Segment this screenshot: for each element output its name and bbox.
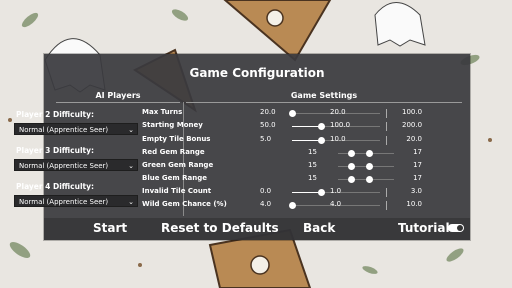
setting-current: 20.0 [330,108,346,116]
slider-handle-low[interactable] [348,150,355,157]
setting-label: Red Gem Range [142,148,205,156]
slider-end-marker [386,122,387,131]
player-2-difficulty-label: Player 2 Difficulty: [16,110,95,119]
setting-label: Max Turns [142,108,183,116]
slider-handle-low[interactable] [348,176,355,183]
chevron-down-icon: ⌄ [128,126,134,134]
tutorial-label: Tutorial [398,221,450,235]
select-value: Normal (Apprentice Seer) [19,126,109,134]
setting-max: 10.0 [406,200,422,208]
reset-defaults-button[interactable]: Reset to Defaults [161,221,279,235]
setting-row-blue-gem-range: Blue Gem Range 15 17 [142,174,422,185]
player-4-difficulty-label: Player 4 Difficulty: [16,182,95,191]
setting-label: Invalid Tile Count [142,187,212,195]
slider-fill [292,126,322,127]
slider-end-marker [386,136,387,145]
slider-handle[interactable] [318,137,326,144]
player-4-difficulty-select[interactable]: Normal (Apprentice Seer) ⌄ [14,195,138,207]
setting-label: Blue Gem Range [142,174,207,182]
setting-row-wild-gem-chance: Wild Gem Chance (%) 4.0 4.0 10.0 [142,200,422,211]
slider-handle[interactable] [318,189,326,196]
setting-label: Empty Tile Bonus [142,135,211,143]
setting-max: 200.0 [402,121,423,129]
slider-handle-high[interactable] [366,163,373,170]
setting-label: Starting Money [142,121,203,129]
player-3-difficulty-select[interactable]: Normal (Apprentice Seer) ⌄ [14,159,138,171]
game-settings-heading: Game Settings [290,91,358,100]
setting-current: 4.0 [330,200,342,208]
setting-label: Green Gem Range [142,161,214,169]
setting-current: 1.0 [330,187,342,195]
setting-row-invalid-tile-count: Invalid Tile Count 0.0 1.0 3.0 [142,187,422,198]
slider-handle[interactable] [289,202,296,209]
setting-row-empty-tile-bonus: Empty Tile Bonus 5.0 10.0 20.0 [142,135,422,146]
slider-handle[interactable] [289,110,296,117]
start-button[interactable]: Start [93,221,127,235]
setting-current: 100.0 [330,121,351,129]
tutorial-toggle[interactable] [448,224,464,232]
slider-fill [292,140,322,141]
back-button[interactable]: Back [303,221,335,235]
slider-handle-high[interactable] [366,176,373,183]
slider-end-marker [386,188,387,197]
setting-min: 15 [308,174,317,182]
slider-handle-high[interactable] [366,150,373,157]
setting-min: 0.0 [260,187,272,195]
setting-min: 50.0 [260,121,276,129]
divider [186,102,462,103]
select-value: Normal (Apprentice Seer) [19,198,109,206]
setting-min: 15 [308,161,317,169]
setting-row-starting-money: Starting Money 50.0 100.0 200.0 [142,121,422,132]
player-2-difficulty-select[interactable]: Normal (Apprentice Seer) ⌄ [14,123,138,135]
slider-fill [292,192,322,193]
setting-current: 10.0 [330,135,346,143]
select-value: Normal (Apprentice Seer) [19,162,109,170]
slider-end-marker [386,109,387,118]
setting-max: 17 [413,174,422,182]
setting-row-red-gem-range: Red Gem Range 15 17 [142,148,422,159]
column-divider [183,102,184,216]
player-3-difficulty-label: Player 3 Difficulty: [16,146,95,155]
setting-label: Wild Gem Chance (%) [142,200,227,208]
panel-title: Game Configuration [189,66,325,80]
setting-max: 17 [413,148,422,156]
setting-min: 15 [308,148,317,156]
setting-max: 3.0 [410,187,422,195]
setting-max: 100.0 [402,108,423,116]
toggle-knob [457,225,463,231]
setting-max: 20.0 [406,135,422,143]
setting-min: 4.0 [260,200,272,208]
slider-handle[interactable] [318,123,326,130]
chevron-down-icon: ⌄ [128,162,134,170]
slider-handle-low[interactable] [348,163,355,170]
setting-row-green-gem-range: Green Gem Range 15 17 [142,161,422,172]
chevron-down-icon: ⌄ [128,198,134,206]
setting-max: 17 [413,161,422,169]
ai-players-heading: AI Players [95,91,141,100]
config-panel: Game Configuration AI Players Game Setti… [44,54,470,240]
slider-end-marker [386,201,387,210]
setting-min: 5.0 [260,135,272,143]
setting-min: 20.0 [260,108,276,116]
setting-row-max-turns: Max Turns 20.0 20.0 100.0 [142,108,422,119]
divider [56,102,180,103]
